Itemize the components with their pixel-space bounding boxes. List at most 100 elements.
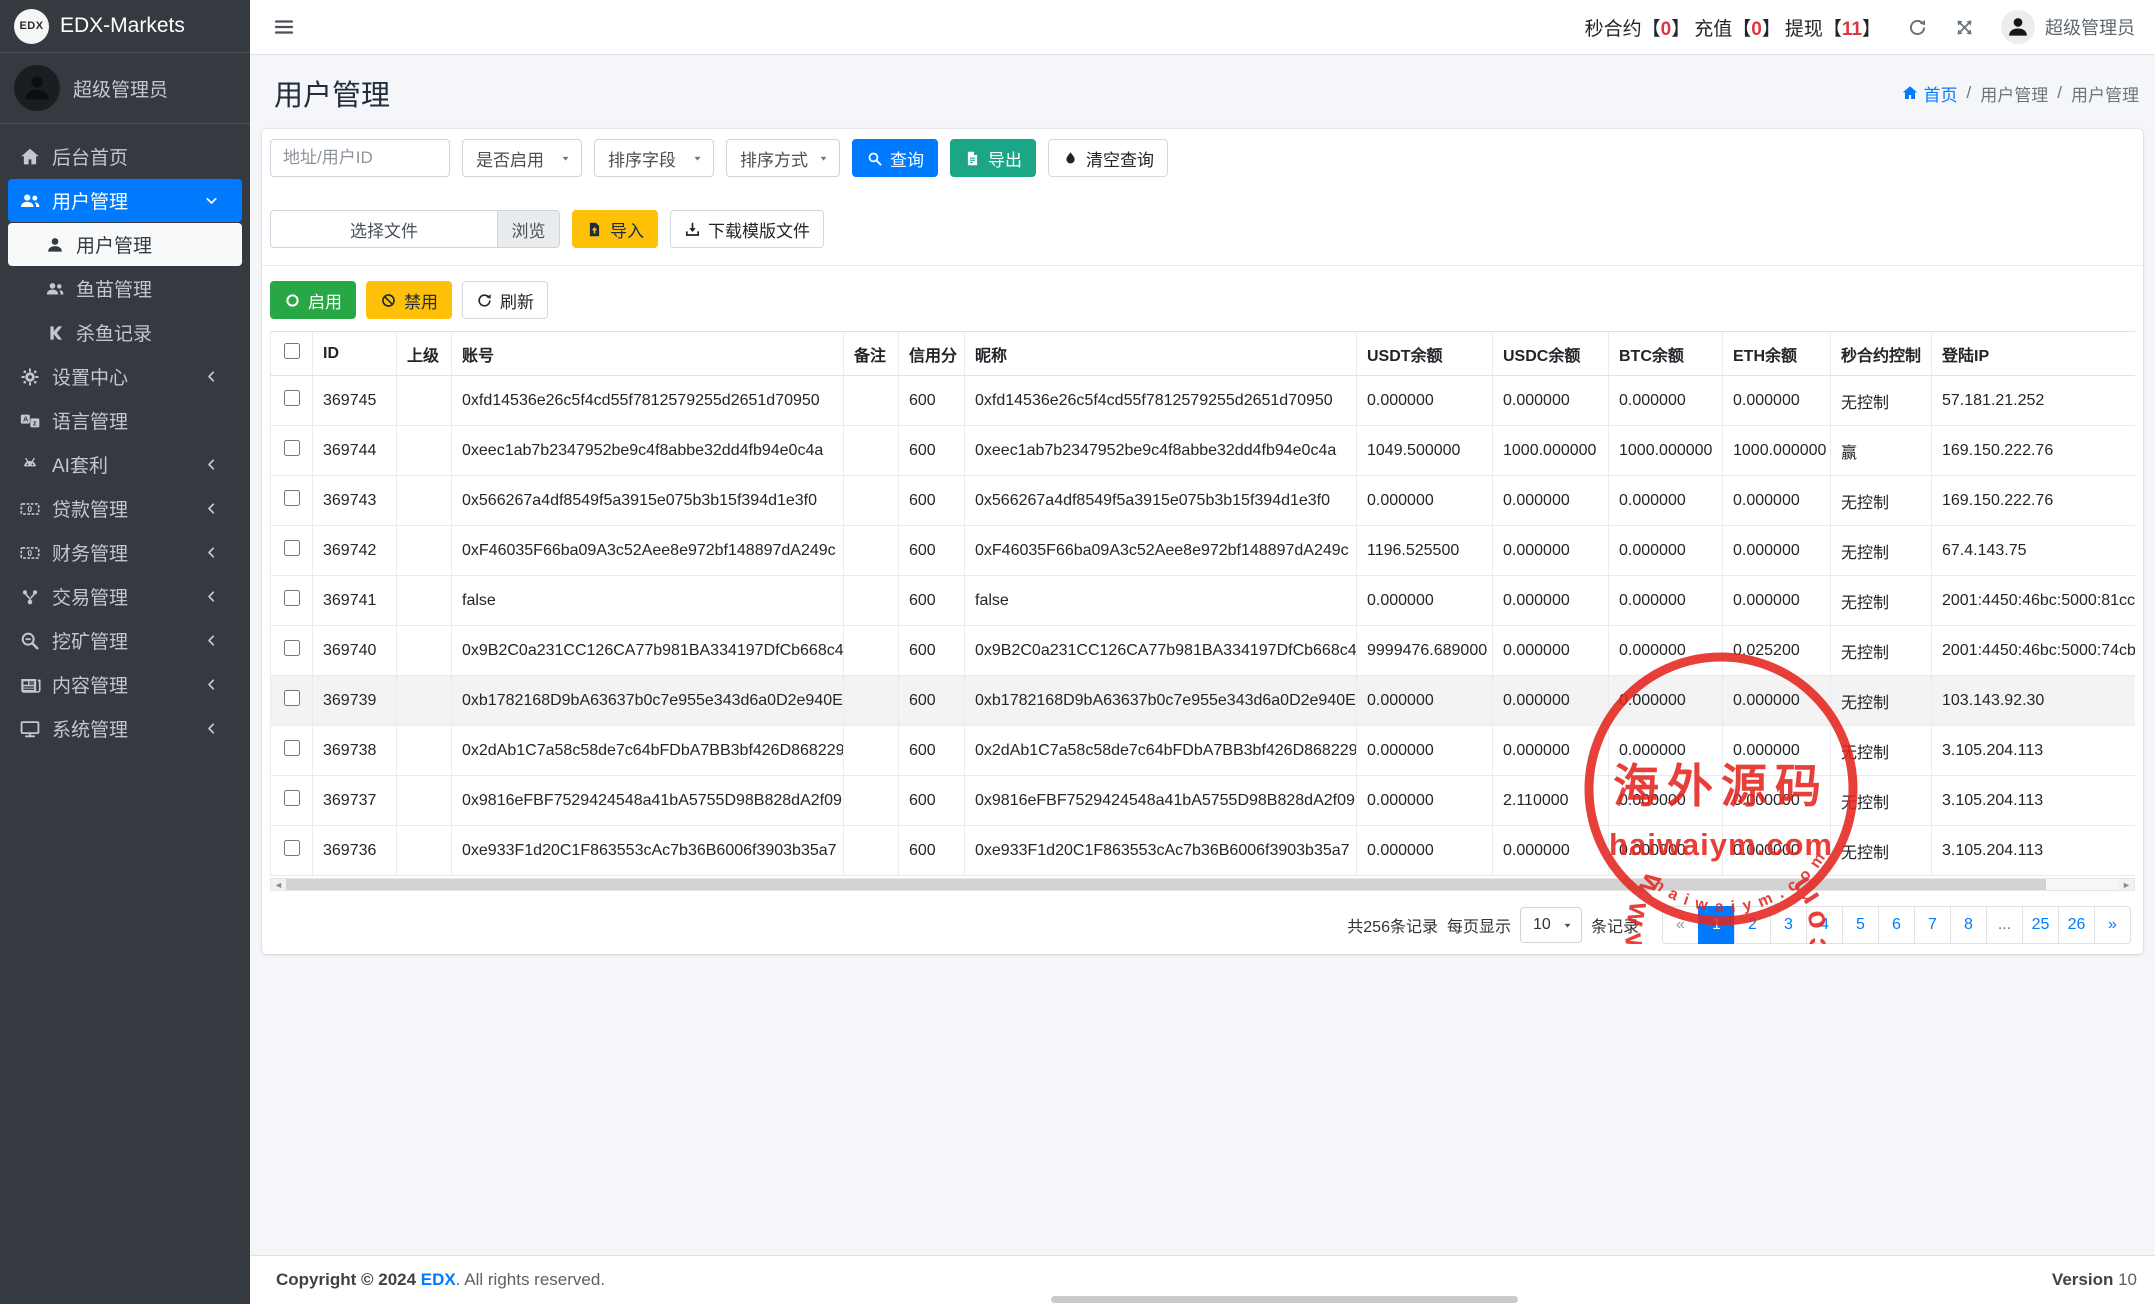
- sidebar-link-user-mgmt[interactable]: 用户管理: [8, 179, 242, 222]
- cell-usdt: 0.000000: [1357, 776, 1493, 826]
- stat-提现[interactable]: 提现【11】: [1785, 14, 1881, 41]
- brand[interactable]: EDX EDX-Markets: [0, 0, 250, 53]
- page-1[interactable]: 1: [1698, 906, 1735, 944]
- search-input[interactable]: [270, 139, 450, 177]
- scroll-right-arrow[interactable]: ►: [2119, 879, 2134, 890]
- page-7[interactable]: 7: [1914, 906, 1951, 944]
- caret-down-icon: [560, 153, 571, 164]
- refresh-icon[interactable]: [1907, 17, 1928, 38]
- sidebar-link-trade[interactable]: 交易管理: [8, 575, 242, 618]
- cell-nickname: 0x9816eFBF7529424548a41bA5755D98B828dA2f…: [965, 776, 1357, 826]
- page-2[interactable]: 2: [1734, 906, 1771, 944]
- sidebar-link-user-mgmt-sub[interactable]: 用户管理: [8, 223, 242, 266]
- sidebar-link-fry-mgmt[interactable]: 鱼苗管理: [8, 267, 242, 310]
- row-checkbox[interactable]: [284, 590, 300, 606]
- page-5[interactable]: 5: [1842, 906, 1879, 944]
- cell-nickname: 0xb1782168D9bA63637b0c7e955e343d6a0D2e94…: [965, 676, 1357, 726]
- page-next[interactable]: »: [2094, 906, 2131, 944]
- sidebar-item-user-mgmt: 用户管理: [0, 179, 250, 222]
- sidebar-user-panel[interactable]: 超级管理员: [0, 53, 250, 124]
- cell-checkbox: [271, 476, 313, 526]
- row-checkbox[interactable]: [284, 740, 300, 756]
- per-page-select[interactable]: 10: [1520, 907, 1582, 943]
- cell-account: 0xF46035F66ba09A3c52Aee8e972bf148897dA24…: [452, 526, 844, 576]
- sidebar-link-loan[interactable]: 0贷款管理: [8, 487, 242, 530]
- table-row: 3697390xb1782168D9bA63637b0c7e955e343d6a…: [271, 676, 2136, 726]
- sort-field-select[interactable]: 排序字段: [594, 139, 714, 177]
- user-table: ID 上级 账号 备注 信用分 昵称 USDT余额 USDC余额 BTC余额 E…: [270, 331, 2135, 876]
- sidebar-link-language[interactable]: Az语言管理: [8, 399, 242, 442]
- sidebar-link-dashboard[interactable]: 后台首页: [8, 135, 242, 178]
- navbar-user-menu[interactable]: 超级管理员: [2001, 10, 2135, 44]
- cell-btc: 0.000000: [1609, 826, 1723, 876]
- disable-button[interactable]: 禁用: [366, 281, 452, 319]
- query-button[interactable]: 查询: [852, 139, 938, 177]
- col-usdt: USDT余额: [1357, 332, 1493, 376]
- col-usdc: USDC余额: [1493, 332, 1609, 376]
- file-input[interactable]: 选择文件 浏览: [270, 210, 560, 248]
- browser-horizontal-scrollbar-thumb[interactable]: [1051, 1296, 1518, 1303]
- sidebar-item-kill-record: 杀鱼记录: [0, 311, 250, 354]
- navbar-username: 超级管理员: [2045, 14, 2135, 40]
- row-checkbox[interactable]: [284, 490, 300, 506]
- page-26[interactable]: 26: [2058, 906, 2095, 944]
- row-checkbox[interactable]: [284, 690, 300, 706]
- cell-control: 无控制: [1831, 576, 1932, 626]
- scroll-left-arrow[interactable]: ◄: [271, 879, 286, 890]
- sort-order-select[interactable]: 排序方式: [726, 139, 840, 177]
- clear-query-button[interactable]: 清空查询: [1048, 139, 1168, 177]
- page-6[interactable]: 6: [1878, 906, 1915, 944]
- sort-order-label: 排序方式: [740, 146, 808, 171]
- page-8[interactable]: 8: [1950, 906, 1987, 944]
- menu-toggle-icon[interactable]: [272, 15, 296, 39]
- cell-usdc: 0.000000: [1493, 376, 1609, 426]
- cell-checkbox: [271, 426, 313, 476]
- scrollbar-track[interactable]: [286, 879, 2119, 890]
- import-button-label: 导入: [610, 217, 644, 242]
- sidebar-item-finance: 0财务管理: [0, 531, 250, 574]
- download-template-button[interactable]: 下载模版文件: [670, 210, 824, 248]
- sidebar-link-system[interactable]: 系统管理: [8, 707, 242, 750]
- sidebar-link-finance[interactable]: 0财务管理: [8, 531, 242, 574]
- cell-parent: [397, 826, 452, 876]
- scrollbar-thumb[interactable]: [286, 879, 2046, 890]
- cell-btc: 0.000000: [1609, 526, 1723, 576]
- footer-brand-link[interactable]: EDX: [421, 1270, 456, 1289]
- import-button[interactable]: 导入: [572, 210, 658, 248]
- row-checkbox[interactable]: [284, 840, 300, 856]
- top-navbar: 秒合约【0】充值【0】提现【11】 超级管理员: [250, 0, 2155, 55]
- page-3[interactable]: 3: [1770, 906, 1807, 944]
- sidebar-link-content[interactable]: 内容管理: [8, 663, 242, 706]
- browse-button[interactable]: 浏览: [497, 211, 559, 247]
- row-checkbox[interactable]: [284, 440, 300, 456]
- navbar-right: 秒合约【0】充值【0】提现【11】 超级管理员: [1585, 10, 2135, 44]
- row-checkbox[interactable]: [284, 640, 300, 656]
- cell-btc: 0.000000: [1609, 776, 1723, 826]
- fullscreen-icon[interactable]: [1954, 17, 1975, 38]
- page-25[interactable]: 25: [2022, 906, 2059, 944]
- row-checkbox[interactable]: [284, 390, 300, 406]
- row-checkbox[interactable]: [284, 540, 300, 556]
- enabled-filter-select[interactable]: 是否启用: [462, 139, 582, 177]
- chevron-left-icon: [203, 500, 220, 517]
- action-row: 启用 禁用 刷新: [270, 281, 2135, 319]
- cell-remark: [844, 826, 899, 876]
- sidebar-link-ai-arbitrage[interactable]: AI套利: [8, 443, 242, 486]
- cell-remark: [844, 676, 899, 726]
- breadcrumb-home-link[interactable]: 首页: [1901, 81, 1958, 106]
- refresh-button[interactable]: 刷新: [462, 281, 548, 319]
- row-checkbox[interactable]: [284, 790, 300, 806]
- page-4[interactable]: 4: [1806, 906, 1843, 944]
- select-all-checkbox[interactable]: [284, 343, 300, 359]
- sidebar-link-kill-record[interactable]: 杀鱼记录: [8, 311, 242, 354]
- export-button[interactable]: 导出: [950, 139, 1036, 177]
- sidebar-link-mining[interactable]: 挖矿管理: [8, 619, 242, 662]
- stat-秒合约[interactable]: 秒合约【0】: [1585, 14, 1691, 41]
- cell-control: 无控制: [1831, 776, 1932, 826]
- stat-充值[interactable]: 充值【0】: [1694, 14, 1781, 41]
- enable-button[interactable]: 启用: [270, 281, 356, 319]
- table-row: 3697400x9B2C0a231CC126CA77b981BA334197Df…: [271, 626, 2136, 676]
- sidebar-label-language: 语言管理: [52, 407, 231, 434]
- cell-usdc: 0.000000: [1493, 676, 1609, 726]
- sidebar-link-settings[interactable]: 设置中心: [8, 355, 242, 398]
